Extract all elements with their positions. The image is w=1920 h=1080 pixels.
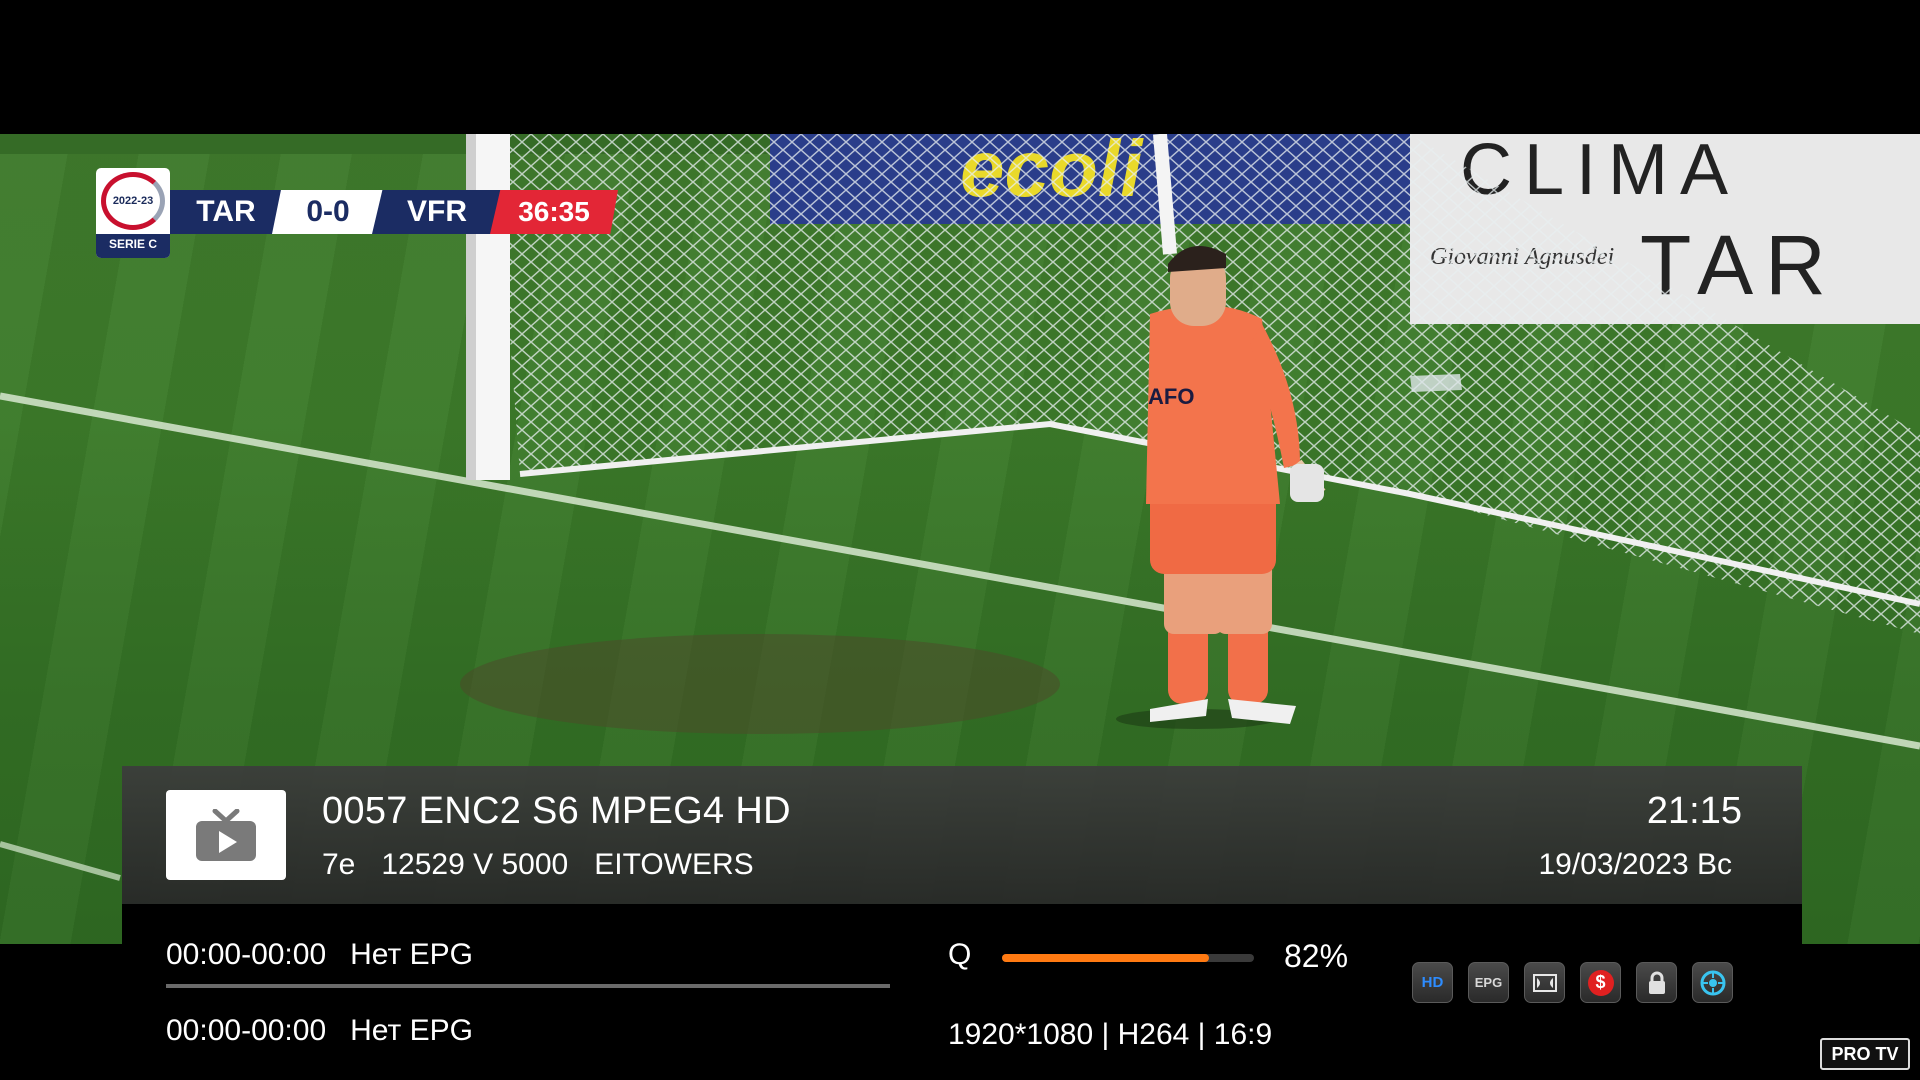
epg-signal-panel: 00:00-00:00 Нет EPG 00:00-00:00 Нет EPG …: [122, 904, 1802, 1080]
epg-next-title: Нет EPG: [350, 1014, 473, 1047]
provider-name: EITOWERS: [594, 848, 754, 881]
epg-current-time: 00:00-00:00: [166, 938, 327, 971]
tv-play-icon: [196, 809, 256, 861]
channel-title: 0057 ENC2 S6 MPEG4 HD: [322, 790, 791, 832]
epg-next-time: 00:00-00:00: [166, 1014, 327, 1047]
channel-thumbnail: [166, 790, 286, 880]
network-icon: [1692, 962, 1733, 1003]
signal-quality-fill: [1002, 954, 1209, 962]
score-bar: TAR 0-0 VFR 36:35: [170, 190, 618, 234]
transponder-params: 12529 V 5000: [381, 848, 569, 881]
match-clock: 36:35: [490, 190, 618, 234]
scoreboard: 2022-23 SERIE C TAR 0-0 VFR 36:35: [96, 168, 656, 258]
epg-progress-bar: [166, 984, 890, 988]
epg-icon: EPG: [1468, 962, 1509, 1003]
clock-time: 21:15: [1646, 790, 1742, 832]
status-icons: HD EPG $: [1412, 962, 1733, 1003]
epg-next: 00:00-00:00 Нет EPG: [166, 1014, 473, 1048]
signal-quality-label: Q: [948, 938, 972, 971]
signal-quality-value: 82%: [1284, 938, 1349, 974]
dolby-icon: [1524, 962, 1565, 1003]
epg-current: 00:00-00:00 Нет EPG: [166, 938, 473, 972]
transponder-info: 7e 12529 V 5000 EITOWERS: [322, 848, 780, 882]
cas-dollar-icon: $: [1580, 962, 1621, 1003]
signal-quality-bar: [1002, 954, 1254, 962]
channel-info-banner: 0057 ENC2 S6 MPEG4 HD 7e 12529 V 5000 EI…: [122, 766, 1802, 904]
league-label: SERIE C: [96, 234, 170, 258]
satellite-position: 7e: [322, 848, 356, 881]
season-label: 2022-23: [112, 195, 154, 207]
away-team: VFR: [372, 190, 502, 234]
home-team: TAR: [170, 190, 282, 234]
lock-icon: [1636, 962, 1677, 1003]
hd-icon: HD: [1412, 962, 1453, 1003]
svg-text:AFO: AFO: [1148, 384, 1194, 409]
epg-current-title: Нет EPG: [350, 938, 473, 971]
league-logo: 2022-23 SERIE C: [96, 168, 170, 258]
match-score: 0-0: [272, 190, 384, 234]
clock-date: 19/03/2023 Вс: [1538, 848, 1733, 881]
video-format-info: 1920*1080 | H264 | 16:9: [948, 1018, 1273, 1051]
channel-watermark: PRO TV: [1820, 1038, 1910, 1070]
tv-screen: ecoli CLIMA TAR Giovanni Agnusdei: [0, 0, 1920, 1080]
